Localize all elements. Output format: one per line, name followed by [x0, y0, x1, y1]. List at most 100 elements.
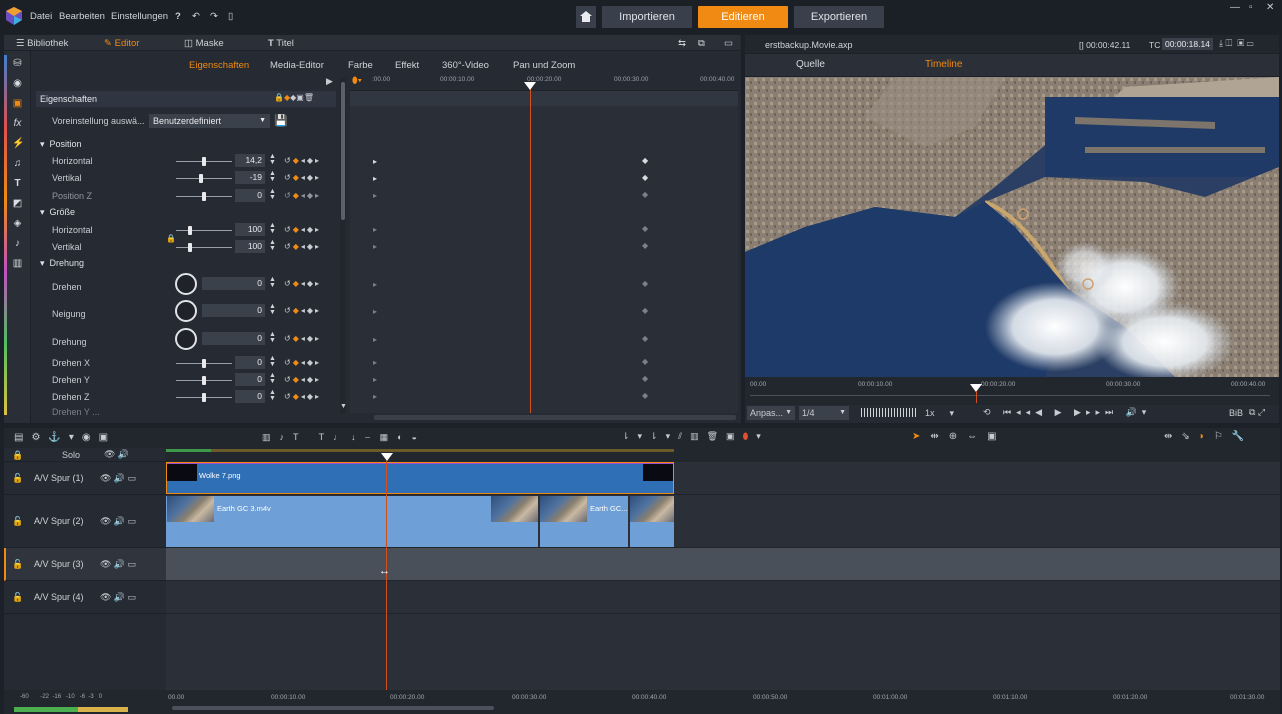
keyframe-ruler[interactable]: ⬮▾ :00.00 00:00:10.00 00:00:20.00 00:00:…: [350, 74, 738, 91]
preview-scrubber[interactable]: 00.00 00:00:10.00 00:00:20.00 00:00:30.0…: [745, 377, 1279, 405]
rotate-input[interactable]: 0: [202, 277, 265, 290]
menu-bearbeiten[interactable]: Bearbeiten: [59, 11, 105, 22]
tab-360-video[interactable]: 360°-Video: [442, 60, 489, 71]
keyframe-controls[interactable]: ↺◆◂◆▸: [284, 392, 321, 401]
keyframe-marker-icon[interactable]: ◆: [642, 224, 648, 233]
home-button[interactable]: [576, 6, 596, 28]
timeline-marker-tools[interactable]: ⇂▾⇂▾⫽▥🗑▣⬮▾: [622, 431, 769, 442]
undo-icon[interactable]: ↶: [192, 11, 200, 22]
stepper-icon[interactable]: ▲ ▼: [269, 303, 276, 316]
import-button[interactable]: Importieren: [602, 6, 692, 28]
tab-farbe[interactable]: Farbe: [348, 60, 373, 71]
audio-icon[interactable]: ♪: [12, 238, 23, 249]
keyframe-marker-icon[interactable]: ◆: [642, 241, 648, 250]
stepper-icon[interactable]: ▲ ▼: [269, 222, 276, 235]
keyframe-marker-icon[interactable]: ◆: [642, 156, 648, 165]
track-visibility-icons[interactable]: 👁 🔊 ▭: [100, 516, 136, 527]
track-visibility-icons[interactable]: 👁 🔊 ▭: [100, 592, 136, 603]
section-position[interactable]: ▾ Position: [36, 136, 336, 153]
tilt-input[interactable]: 0: [202, 304, 265, 317]
timeline-ruler[interactable]: 00.00 00:00:10.00 00:00:20.00 00:00:30.0…: [166, 690, 1280, 714]
keyframe-controls[interactable]: ↺◆◂◆▸: [284, 375, 321, 384]
shapes-icon[interactable]: ◩: [12, 198, 23, 209]
keyframe-controls[interactable]: ↺◆◂◆▸: [284, 242, 321, 251]
track-area-3[interactable]: [166, 548, 1280, 581]
keyframe-controls[interactable]: ↺◆◂◆▸: [284, 334, 321, 343]
position-z-input[interactable]: 0: [235, 189, 265, 202]
tab-bibliothek[interactable]: ☰ Bibliothek: [16, 38, 68, 49]
slider-knob[interactable]: [202, 376, 206, 385]
timeline-right-tools[interactable]: ⇹⇘◗⚐🔧: [1164, 431, 1253, 442]
bib-toggle[interactable]: BiB: [1229, 408, 1243, 418]
slider-knob[interactable]: [188, 226, 192, 235]
eye-icon[interactable]: 👁 🔊: [104, 449, 129, 460]
clip-earth-3[interactable]: [630, 496, 674, 547]
spin-dial[interactable]: [175, 328, 197, 350]
size-vertical-input[interactable]: 100: [235, 240, 265, 253]
document-icon[interactable]: ▯: [228, 11, 233, 22]
stepper-icon[interactable]: ▲ ▼: [269, 355, 276, 368]
export-button[interactable]: Exportieren: [794, 6, 884, 28]
redo-icon[interactable]: ↷: [210, 11, 218, 22]
keyframe-area[interactable]: [350, 83, 738, 413]
keyframe-controls[interactable]: ↺◆◂◆▸: [284, 156, 321, 165]
rotate-x-input[interactable]: 0: [235, 356, 265, 369]
keyframe-marker-icon[interactable]: ◆: [642, 306, 648, 315]
marker-icon[interactable]: ⬮▾: [352, 75, 362, 86]
properties-tools[interactable]: 🔒◆◆▣🗑: [274, 93, 314, 102]
text-icon[interactable]: T: [12, 178, 23, 189]
library-icon[interactable]: ⛁: [12, 58, 23, 69]
timeline-mode-tools[interactable]: ➤⇹⊕⇔▣: [912, 431, 1007, 442]
tab-effekt[interactable]: Effekt: [395, 60, 419, 71]
position-horizontal-input[interactable]: 14,2: [235, 154, 265, 167]
timeline-left-tools[interactable]: ▤⚙⚓▾◉▣: [14, 432, 116, 443]
timecode-display[interactable]: 00:00:18.14: [1162, 38, 1213, 50]
slider-knob[interactable]: [202, 393, 206, 402]
montage-icon[interactable]: ▥: [12, 258, 23, 269]
menu-einstellungen[interactable]: Einstellungen: [111, 11, 168, 22]
lock-icon[interactable]: 🔓: [12, 592, 23, 603]
quality-dropdown[interactable]: 1/4 ▼: [799, 406, 849, 420]
keyframe-controls[interactable]: ↺◆◂◆▸: [284, 191, 321, 200]
properties-scrollbar[interactable]: [340, 78, 346, 414]
timeline-top-ruler[interactable]: [166, 448, 1280, 462]
tab-eigenschaften[interactable]: Eigenschaften: [189, 60, 249, 71]
tab-pan-und-zoom[interactable]: Pan und Zoom: [513, 60, 575, 71]
keyframe-marker-icon[interactable]: ◆: [642, 173, 648, 182]
timeline-playhead-icon[interactable]: [381, 453, 393, 461]
clip-earth-2[interactable]: Earth GC...: [540, 496, 629, 547]
stepper-icon[interactable]: ▲ ▼: [269, 372, 276, 385]
preview-tools-icon[interactable]: ⤓ ◫ ▣ ▭: [1219, 38, 1254, 49]
panel-layout-icon[interactable]: ▭: [724, 38, 733, 49]
menu-datei[interactable]: Datei: [30, 11, 52, 22]
timeline-scrollbar[interactable]: [172, 706, 494, 710]
effects-icon[interactable]: fx: [12, 118, 23, 129]
keyframe-marker-icon[interactable]: ◆: [642, 357, 648, 366]
stepper-icon[interactable]: ▲ ▼: [269, 276, 276, 289]
tab-titel[interactable]: T Titel: [268, 38, 294, 49]
keyframe-controls[interactable]: ↺◆◂◆▸: [284, 225, 321, 234]
stepper-icon[interactable]: ▲ ▼: [269, 239, 276, 252]
keyframe-scrollbar[interactable]: [374, 415, 736, 420]
section-rotation[interactable]: ▾ Drehung: [36, 255, 336, 272]
section-size[interactable]: ▾ Größe: [36, 204, 336, 221]
track-visibility-icons[interactable]: 👁 🔊 ▭: [100, 559, 136, 570]
rotate-dial[interactable]: [175, 273, 197, 295]
expand-arrow-icon[interactable]: ▶: [326, 76, 333, 87]
close-icon[interactable]: ✕: [1266, 2, 1274, 13]
detach-icon[interactable]: ⧉: [698, 38, 705, 49]
media-icon[interactable]: ▣: [12, 98, 23, 109]
tab-quelle[interactable]: Quelle: [796, 59, 825, 70]
track-area-4[interactable]: [166, 581, 1280, 614]
scroll-down-icon[interactable]: ▼: [340, 403, 347, 410]
rotate-z-input[interactable]: 0: [235, 390, 265, 403]
music-icon[interactable]: ♫: [12, 158, 23, 169]
web-icon[interactable]: ◉: [12, 78, 23, 89]
solo-label[interactable]: Solo: [62, 450, 80, 460]
lock-all-icon[interactable]: 🔒: [12, 450, 23, 461]
stepper-icon[interactable]: ▲ ▼: [269, 153, 276, 166]
rotate-y-input[interactable]: 0: [235, 373, 265, 386]
stepper-icon[interactable]: ▲ ▼: [269, 188, 276, 201]
clip-wolke[interactable]: Wolke 7.png: [166, 462, 674, 494]
help-icon[interactable]: ?: [175, 11, 181, 22]
